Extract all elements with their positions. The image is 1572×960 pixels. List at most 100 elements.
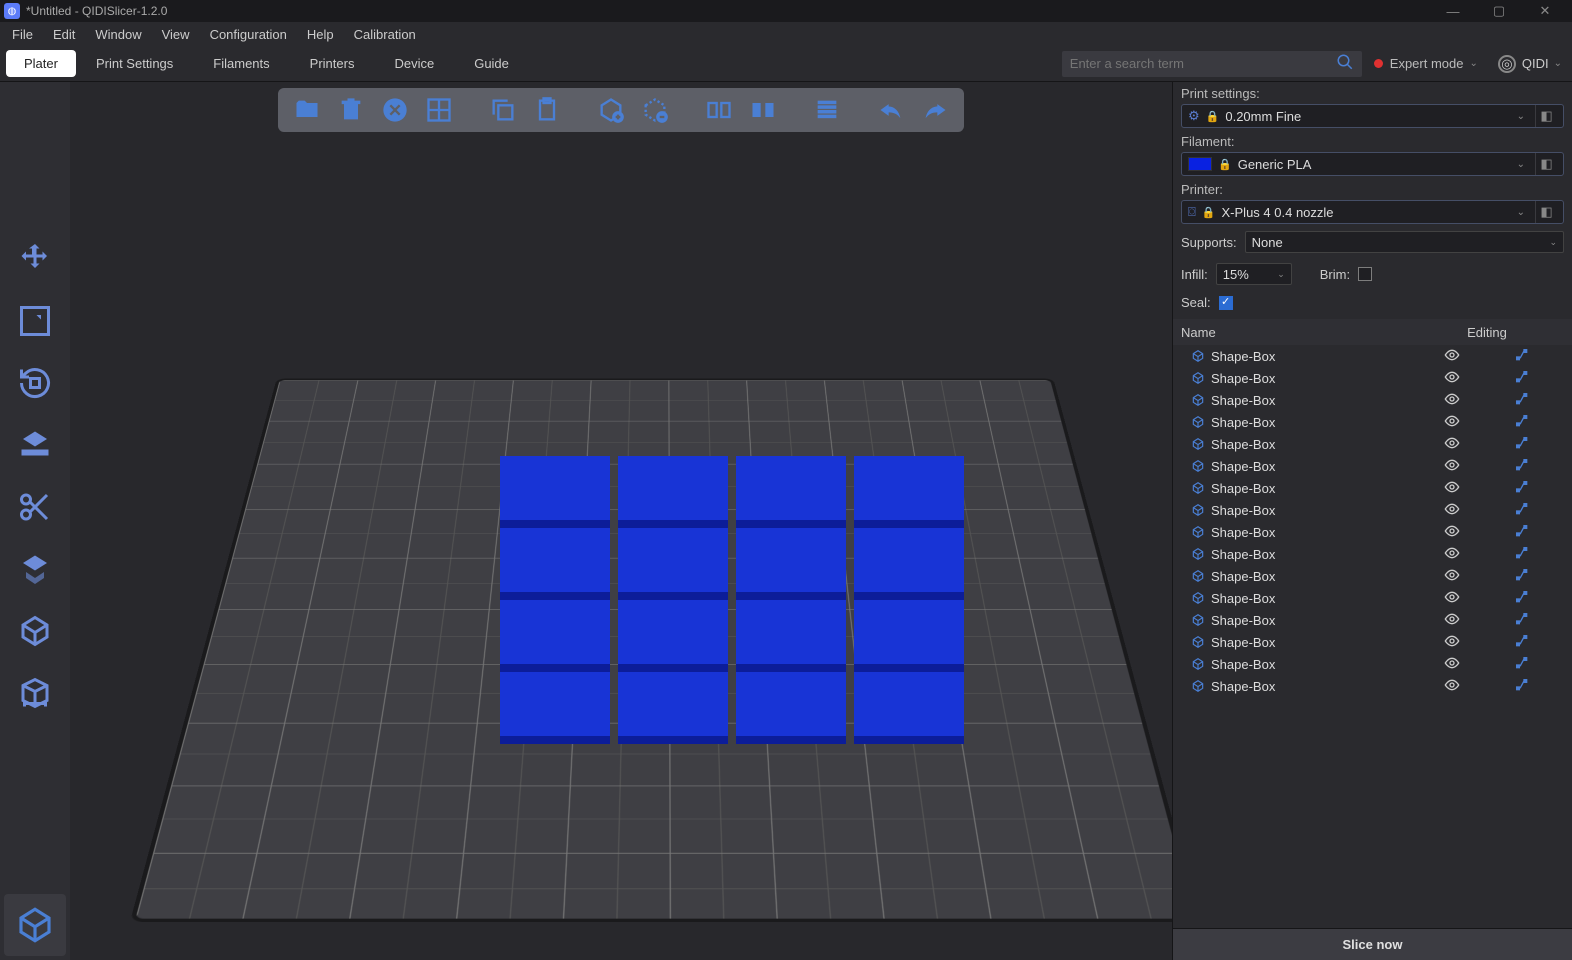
maximize-button[interactable]: ▢ (1476, 0, 1522, 22)
measure-tool[interactable] (7, 666, 63, 720)
edit-object-icon[interactable] (1472, 391, 1572, 410)
visibility-toggle-icon[interactable] (1432, 589, 1472, 608)
object-row[interactable]: Shape-Box (1173, 499, 1572, 521)
tab-print-settings[interactable]: Print Settings (76, 48, 193, 79)
edit-object-icon[interactable] (1472, 435, 1572, 454)
object-row[interactable]: Shape-Box (1173, 389, 1572, 411)
menu-edit[interactable]: Edit (43, 24, 85, 45)
filament-select[interactable]: 🔒 Generic PLA ⌄ ◧ (1181, 152, 1564, 176)
menu-configuration[interactable]: Configuration (200, 24, 297, 45)
edit-object-icon[interactable] (1472, 567, 1572, 586)
object-row[interactable]: Shape-Box (1173, 675, 1572, 697)
paint-tool[interactable] (7, 542, 63, 596)
tab-plater[interactable]: Plater (6, 50, 76, 77)
close-button[interactable]: ✕ (1522, 0, 1568, 22)
arrange-button[interactable] (420, 92, 458, 128)
object-row[interactable]: Shape-Box (1173, 565, 1572, 587)
object-row[interactable]: Shape-Box (1173, 477, 1572, 499)
edit-object-icon[interactable] (1472, 523, 1572, 542)
edit-object-icon[interactable] (1472, 347, 1572, 366)
edit-object-icon[interactable] (1472, 369, 1572, 388)
menu-view[interactable]: View (152, 24, 200, 45)
object-row[interactable]: Shape-Box (1173, 609, 1572, 631)
object-row[interactable]: Shape-Box (1173, 653, 1572, 675)
visibility-toggle-icon[interactable] (1432, 391, 1472, 410)
menu-calibration[interactable]: Calibration (344, 24, 426, 45)
edit-object-icon[interactable] (1472, 413, 1572, 432)
edit-object-icon[interactable] (1472, 479, 1572, 498)
menu-window[interactable]: Window (85, 24, 151, 45)
edit-object-icon[interactable] (1472, 655, 1572, 674)
view-3d-button[interactable] (4, 894, 66, 956)
supports-select[interactable]: None⌄ (1245, 231, 1564, 253)
copy-button[interactable] (484, 92, 522, 128)
object-row[interactable]: Shape-Box (1173, 455, 1572, 477)
tab-printers[interactable]: Printers (290, 48, 375, 79)
split-objects-button[interactable] (700, 92, 738, 128)
tab-guide[interactable]: Guide (454, 48, 529, 79)
redo-button[interactable] (916, 92, 954, 128)
object-row[interactable]: Shape-Box (1173, 433, 1572, 455)
visibility-toggle-icon[interactable] (1432, 633, 1472, 652)
menu-help[interactable]: Help (297, 24, 344, 45)
edit-object-icon[interactable] (1472, 457, 1572, 476)
cut-tool[interactable] (7, 480, 63, 534)
visibility-toggle-icon[interactable] (1432, 523, 1472, 542)
object-row[interactable]: Shape-Box (1173, 543, 1572, 565)
viewport-3d[interactable] (70, 82, 1172, 960)
place-on-face-tool[interactable] (7, 418, 63, 472)
qidi-account[interactable]: ◎ QIDI ⌄ (1498, 55, 1562, 73)
slice-button[interactable]: Slice now (1173, 928, 1572, 960)
mode-selector[interactable]: Expert mode ⌄ (1374, 56, 1478, 71)
rotate-tool[interactable] (7, 356, 63, 410)
scale-tool[interactable] (7, 294, 63, 348)
seal-checkbox[interactable]: ✓ (1219, 296, 1233, 310)
remove-instance-button[interactable] (636, 92, 674, 128)
edit-object-icon[interactable] (1472, 611, 1572, 630)
visibility-toggle-icon[interactable] (1432, 435, 1472, 454)
open-file-button[interactable] (288, 92, 326, 128)
move-tool[interactable] (7, 232, 63, 286)
edit-preset-icon[interactable]: ◧ (1535, 105, 1557, 127)
search-icon[interactable] (1336, 53, 1354, 74)
object-row[interactable]: Shape-Box (1173, 411, 1572, 433)
printer-select[interactable]: ⌼ 🔒 X-Plus 4 0.4 nozzle ⌄ ◧ (1181, 200, 1564, 224)
delete-button[interactable] (332, 92, 370, 128)
object-row[interactable]: Shape-Box (1173, 631, 1572, 653)
edit-object-icon[interactable] (1472, 677, 1572, 696)
visibility-toggle-icon[interactable] (1432, 655, 1472, 674)
tab-device[interactable]: Device (374, 48, 454, 79)
edit-object-icon[interactable] (1472, 633, 1572, 652)
add-instance-button[interactable] (592, 92, 630, 128)
brim-checkbox[interactable] (1358, 267, 1372, 281)
object-row[interactable]: Shape-Box (1173, 521, 1572, 543)
visibility-toggle-icon[interactable] (1432, 479, 1472, 498)
edit-object-icon[interactable] (1472, 501, 1572, 520)
visibility-toggle-icon[interactable] (1432, 347, 1472, 366)
edit-preset-icon[interactable]: ◧ (1535, 201, 1557, 223)
edit-object-icon[interactable] (1472, 589, 1572, 608)
search-box[interactable] (1062, 51, 1362, 77)
undo-button[interactable] (872, 92, 910, 128)
print-settings-select[interactable]: ⚙ 🔒 0.20mm Fine ⌄ ◧ (1181, 104, 1564, 128)
split-parts-button[interactable] (744, 92, 782, 128)
search-input[interactable] (1070, 56, 1336, 71)
visibility-toggle-icon[interactable] (1432, 413, 1472, 432)
visibility-toggle-icon[interactable] (1432, 501, 1472, 520)
object-row[interactable]: Shape-Box (1173, 367, 1572, 389)
edit-preset-icon[interactable]: ◧ (1535, 153, 1557, 175)
paste-button[interactable] (528, 92, 566, 128)
object-row[interactable]: Shape-Box (1173, 587, 1572, 609)
visibility-toggle-icon[interactable] (1432, 611, 1472, 630)
visibility-toggle-icon[interactable] (1432, 369, 1472, 388)
infill-select[interactable]: 15%⌄ (1216, 263, 1292, 285)
simplify-tool[interactable] (7, 604, 63, 658)
visibility-toggle-icon[interactable] (1432, 567, 1472, 586)
visibility-toggle-icon[interactable] (1432, 457, 1472, 476)
minimize-button[interactable]: — (1430, 0, 1476, 22)
object-row[interactable]: Shape-Box (1173, 345, 1572, 367)
variable-layer-button[interactable] (808, 92, 846, 128)
visibility-toggle-icon[interactable] (1432, 677, 1472, 696)
visibility-toggle-icon[interactable] (1432, 545, 1472, 564)
edit-object-icon[interactable] (1472, 545, 1572, 564)
